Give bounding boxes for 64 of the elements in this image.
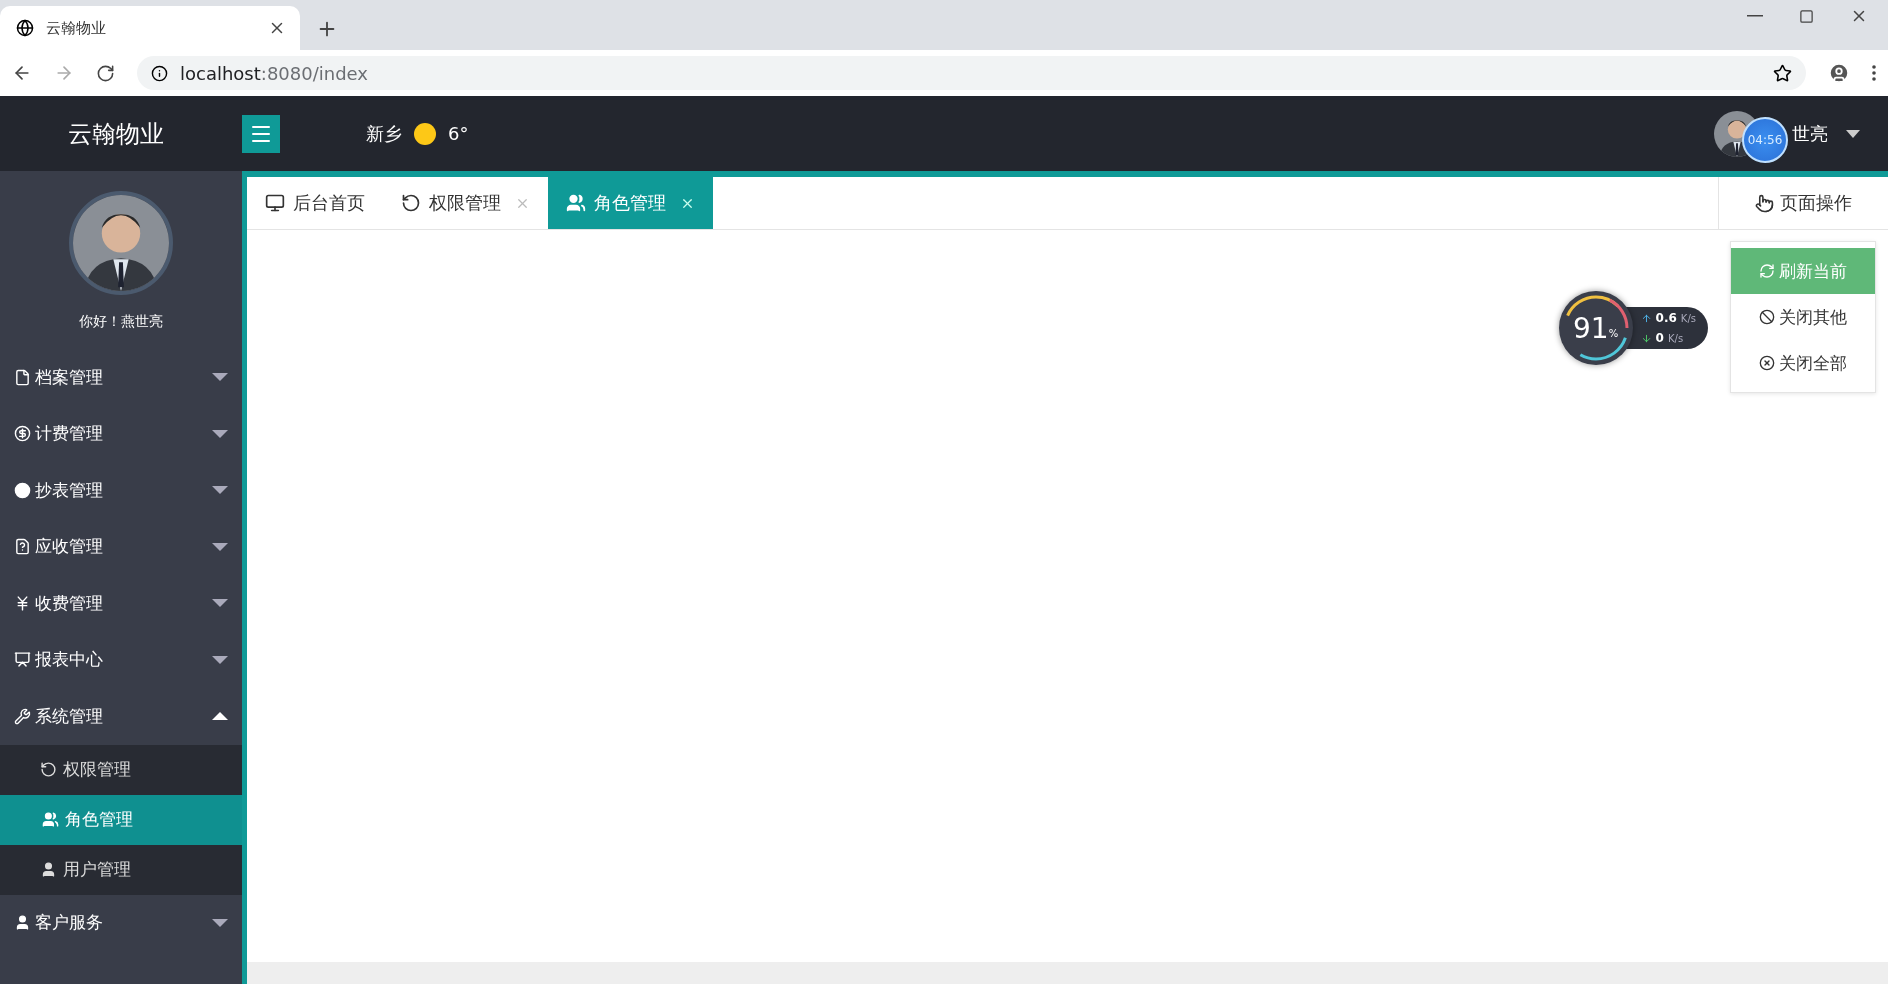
rate-unit: K/s (1680, 312, 1696, 324)
upload-rate: 0.6 (1655, 311, 1677, 325)
tab-title: 云翰物业 (46, 18, 107, 38)
url-text: localhost:8080/index (180, 62, 368, 84)
refresh-icon (401, 193, 421, 213)
wrench-icon (14, 707, 31, 725)
kebab-menu-icon (1872, 65, 1876, 81)
bookmark-star-icon[interactable] (1773, 63, 1792, 83)
question-file-icon (14, 538, 31, 556)
browser-menu-button[interactable] (1872, 65, 1876, 81)
refresh-icon (1759, 263, 1775, 279)
sidebar-item[interactable]: 抄表管理 (0, 462, 242, 519)
weather-temperature: 6° (448, 123, 469, 144)
monitor-icon (265, 193, 285, 213)
info-icon (151, 64, 168, 82)
reload-icon (96, 63, 115, 83)
dot-icon (14, 481, 31, 499)
caret-icon[interactable] (1846, 129, 1860, 138)
user-name[interactable]: 世亮 (1792, 121, 1828, 146)
reload-button[interactable] (96, 63, 115, 83)
sidebar-subitem[interactable]: 用户管理 (0, 844, 242, 895)
download-rate: 0 (1655, 331, 1664, 345)
browser-tab[interactable]: 云翰物业 (0, 6, 300, 50)
minimize-icon (1747, 15, 1763, 17)
users-icon (42, 811, 59, 828)
sidebar-subitem[interactable]: 权限管理 (0, 744, 242, 795)
sidebar-item[interactable]: 档案管理 (0, 349, 242, 406)
profile-button[interactable] (1828, 62, 1850, 84)
usage-percent: 91 (1573, 311, 1609, 345)
account-icon (1828, 62, 1850, 84)
sidebar-item[interactable]: 收费管理 (0, 575, 242, 632)
dollar-icon (14, 425, 31, 443)
hand-pointer-icon (1755, 193, 1774, 213)
weather-city: 新乡 (366, 121, 402, 146)
upload-icon (1640, 312, 1652, 324)
maximize-icon (1799, 8, 1814, 24)
sidebar-item[interactable]: 计费管理 (0, 405, 242, 462)
sidebar-item[interactable]: 应收管理 (0, 518, 242, 575)
sidebar-item[interactable]: 客户服务 (0, 894, 242, 951)
rate-unit: K/s (1667, 332, 1684, 344)
greeting-text: 你好！燕世亮 (79, 313, 163, 331)
sun-icon (414, 122, 436, 145)
file-icon (14, 368, 31, 386)
app-logo: 云翰物业 (67, 118, 165, 150)
presentation-icon (14, 651, 31, 669)
refresh-icon (40, 761, 57, 778)
maximize-button[interactable] (1799, 8, 1814, 24)
minimize-button[interactable] (1747, 15, 1763, 17)
ban-icon (1759, 309, 1775, 325)
timer-badge: 04:56 (1742, 116, 1788, 163)
globe-icon (16, 19, 34, 37)
menu-item[interactable]: 关闭全部 (1731, 340, 1875, 386)
menu-toggle-button[interactable] (242, 114, 280, 153)
sidebar-subitem[interactable]: 角色管理 (0, 794, 242, 845)
percent-unit: % (1608, 327, 1619, 339)
download-icon (1640, 332, 1652, 344)
close-icon (1759, 355, 1775, 371)
sidebar-item[interactable]: 系统管理 (0, 688, 242, 745)
users-icon (566, 193, 586, 213)
address-bar[interactable]: localhost:8080/index (137, 56, 1806, 90)
user-icon (14, 914, 31, 932)
menu-item[interactable]: 关闭其他 (1731, 294, 1875, 340)
sidebar-item[interactable]: 报表中心 (0, 631, 242, 688)
user-icon (40, 861, 57, 878)
